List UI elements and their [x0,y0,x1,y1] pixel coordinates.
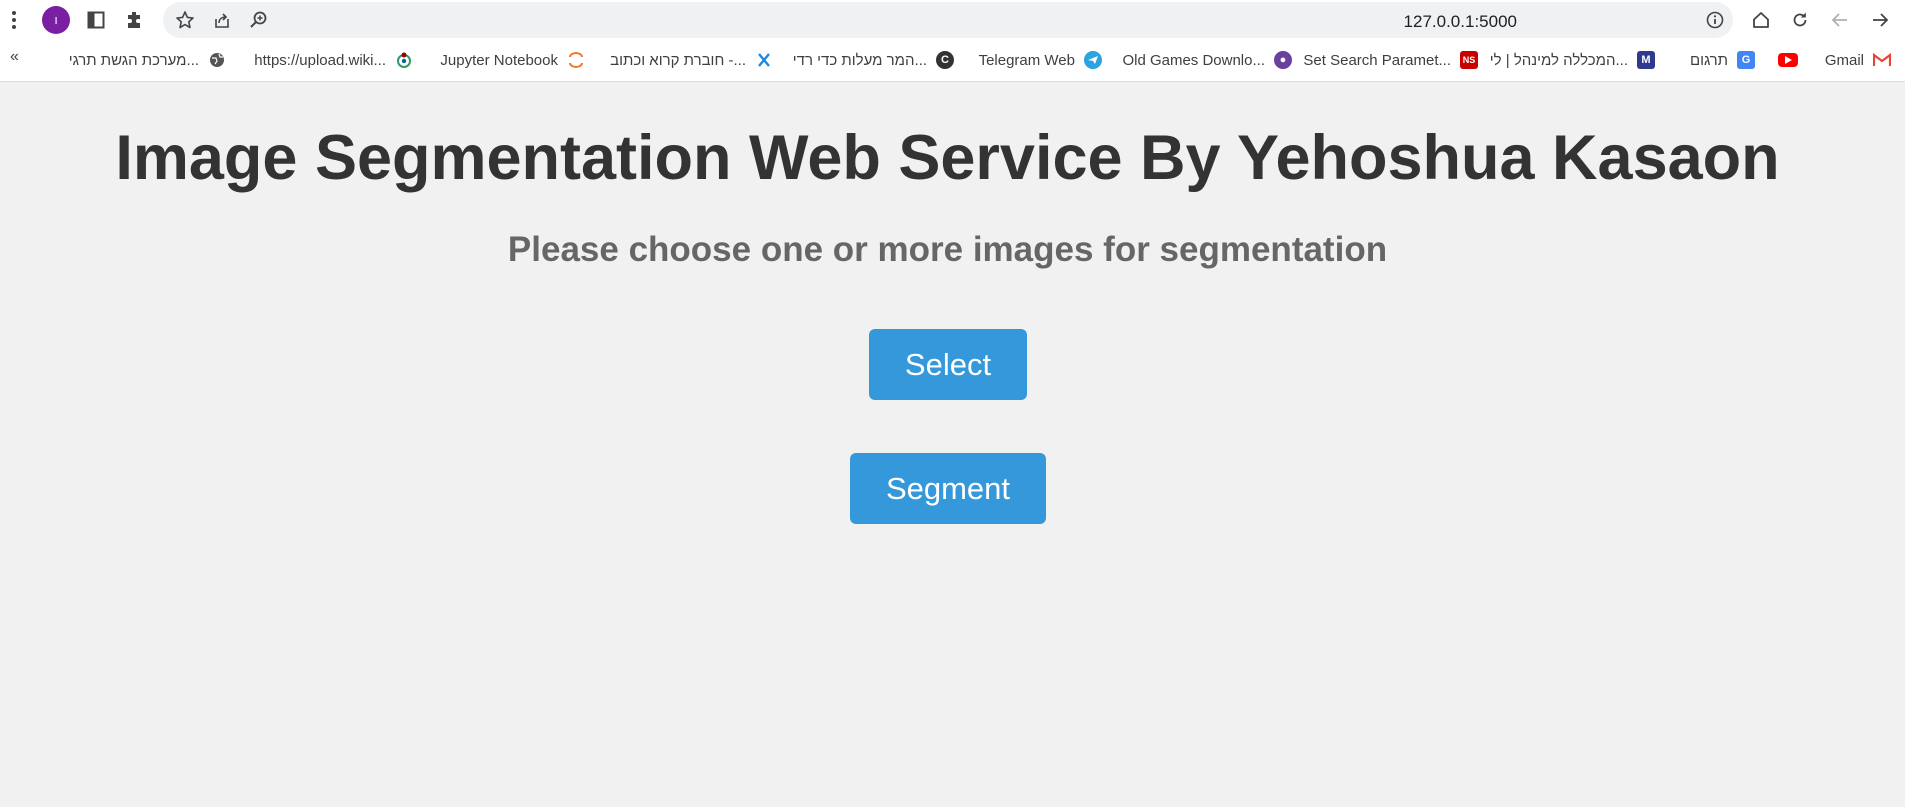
jupyter-icon [567,51,585,69]
google-translate-icon: G [1737,51,1755,69]
bookmark-label: המכללה למינהל | לי... [1489,51,1628,69]
zoom-icon[interactable] [247,8,271,32]
share-icon[interactable] [210,8,234,32]
bookmarks-bar: Gmail תרגום G המכללה למינהל | לי... M Se… [0,40,1905,82]
bookmark-label: https://upload.wiki... [254,51,386,69]
bookmark-label: Telegram Web [978,51,1075,69]
wikimedia-icon [395,51,413,69]
url-text[interactable]: 127.0.0.1:5000 [1404,12,1517,32]
bookmark-search-params[interactable]: Set Search Paramet... NS [1303,50,1478,70]
back-icon[interactable] [1828,8,1852,32]
bookmark-label: Gmail [1824,51,1864,69]
bookmark-telegram[interactable]: Telegram Web [979,50,1102,70]
bookmark-label: תרגום [1689,51,1728,69]
bookmark-label: מערכת הגשת תרגי... [68,51,199,69]
bookmark-label: חוברת קרוא וכתוב -... [610,51,746,69]
bookmark-label: Set Search Paramet... [1303,51,1451,69]
bookmark-star-icon[interactable] [173,8,197,32]
home-icon[interactable] [1749,8,1773,32]
bookmark-submission-system[interactable]: מערכת הגשת תרגי... [69,50,226,70]
bookmark-converter[interactable]: המר מעלות כדי רדי... C [793,50,954,70]
extensions-icon[interactable] [123,8,147,32]
page-title: Image Segmentation Web Service By Yehosh… [115,123,1780,193]
segment-button[interactable]: Segment [850,453,1046,524]
telegram-icon [1084,51,1102,69]
ns-icon: NS [1460,51,1478,69]
reload-icon[interactable] [1788,8,1812,32]
menu-dots-icon[interactable] [2,8,26,32]
browser-toolbar: ו 127.0.0.1:5000 [0,0,1905,40]
x-icon [755,51,773,69]
bookmark-wikimedia[interactable]: https://upload.wiki... [254,50,413,70]
forward-icon[interactable] [1868,8,1892,32]
select-button[interactable]: Select [869,329,1027,400]
bookmark-label: Jupyter Notebook [440,51,558,69]
bookmark-workbook[interactable]: חוברת קרוא וכתוב -... [610,50,773,70]
old-games-icon: ● [1274,51,1292,69]
bookmark-old-games[interactable]: Old Games Downlo... ● [1122,50,1292,70]
side-panel-icon[interactable] [84,8,108,32]
profile-avatar[interactable]: ו [42,6,70,34]
page-content: Image Segmentation Web Service By Yehosh… [0,82,1905,807]
bookmark-label: Old Games Downlo... [1122,51,1265,69]
bookmarks-overflow-icon[interactable]: « [10,48,19,66]
bookmark-translate[interactable]: תרגום G [1690,50,1755,70]
converter-icon: C [936,51,954,69]
bookmark-youtube[interactable] [1769,50,1798,70]
bookmark-gmail[interactable]: Gmail [1825,50,1891,70]
address-bar[interactable]: 127.0.0.1:5000 [163,2,1733,38]
page-subtitle: Please choose one or more images for seg… [507,230,1388,269]
globe-icon [208,51,226,69]
bookmark-jupyter[interactable]: Jupyter Notebook [440,50,585,70]
bookmark-label: המר מעלות כדי רדי... [792,51,927,69]
site-info-icon[interactable] [1703,8,1727,32]
youtube-icon [1778,53,1798,67]
college-icon: M [1637,51,1655,69]
gmail-icon [1873,51,1891,69]
bookmark-college[interactable]: המכללה למינהל | לי... M [1490,50,1655,70]
